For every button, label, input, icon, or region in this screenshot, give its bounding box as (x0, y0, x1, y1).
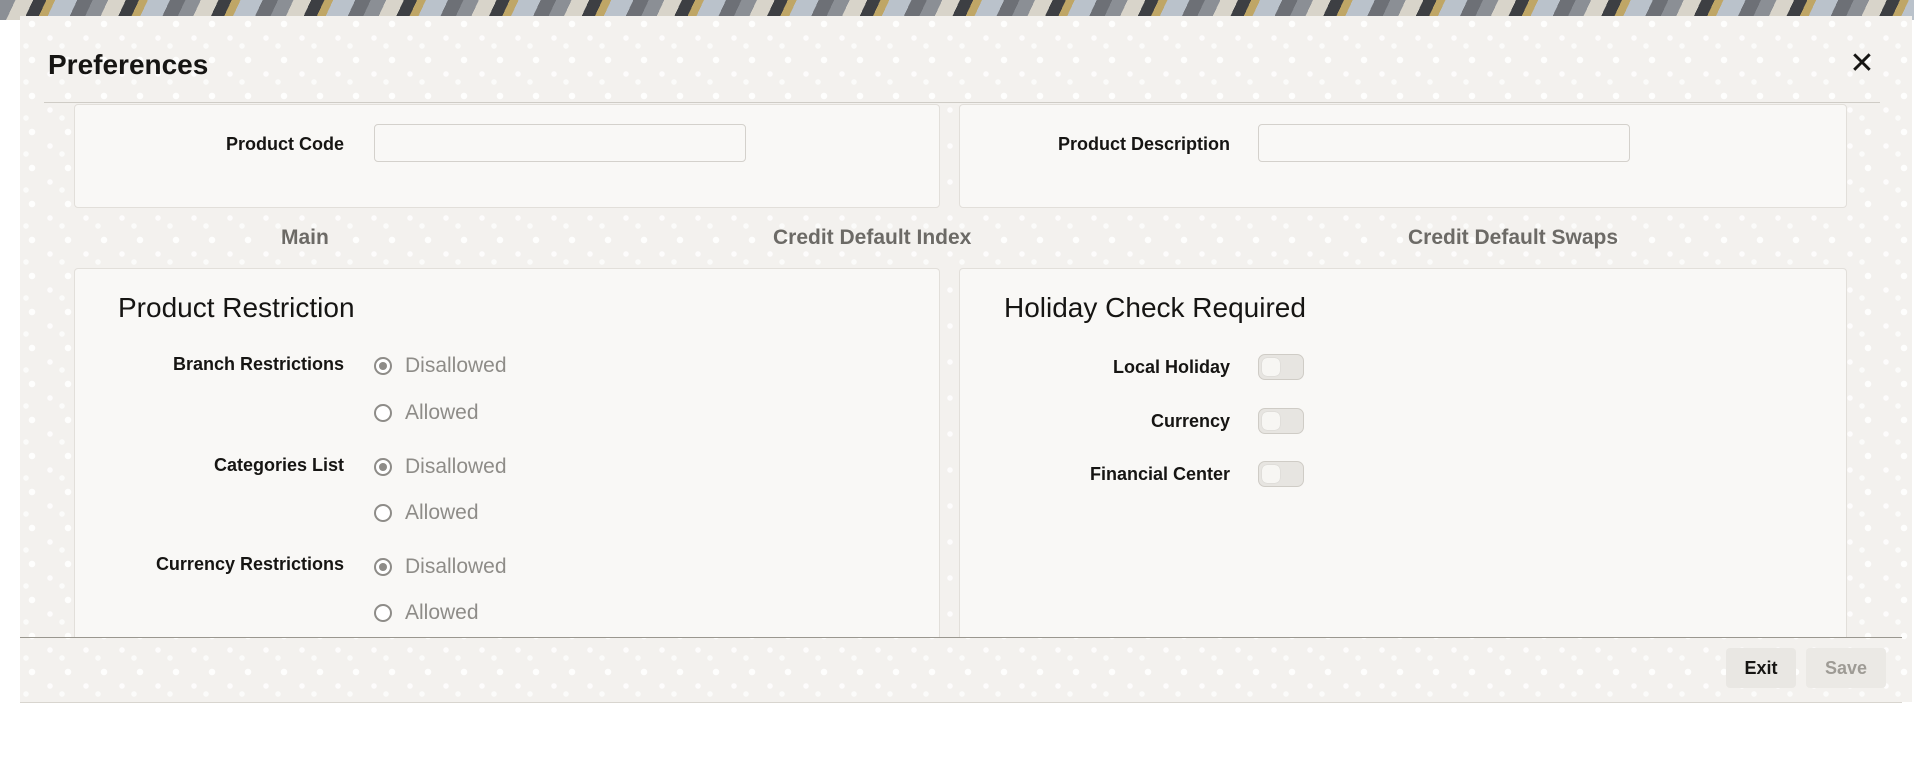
currency-restrictions-label: Currency Restrictions (155, 554, 344, 574)
categories-list-label: Categories List (213, 455, 344, 475)
currency-allowed-label: Allowed (405, 601, 479, 624)
title-divider (44, 102, 1880, 103)
holiday-check-title: Holiday Check Required (1004, 292, 1306, 323)
categories-disallowed-radio[interactable] (374, 458, 392, 476)
product-description-input[interactable] (1258, 124, 1630, 162)
product-restriction-title: Product Restriction (118, 292, 355, 323)
branch-restrictions-label: Branch Restrictions (172, 354, 344, 374)
currency-toggle[interactable] (1258, 408, 1304, 434)
local-holiday-toggle[interactable] (1258, 354, 1304, 380)
close-icon[interactable]: ✕ (1846, 48, 1878, 80)
financial-center-toggle[interactable] (1258, 461, 1304, 487)
categories-allowed-radio[interactable] (374, 504, 392, 522)
product-code-input[interactable] (374, 124, 746, 162)
tab-main[interactable]: Main (281, 226, 329, 250)
financial-center-label: Financial Center (1089, 464, 1230, 484)
branch-allowed-radio[interactable] (374, 404, 392, 422)
footer-bottom-divider (20, 702, 1902, 703)
dialog-title: Preferences (48, 49, 209, 80)
branch-disallowed-label: Disallowed (405, 354, 507, 377)
product-code-label: Product Code (225, 134, 344, 154)
currency-disallowed-label: Disallowed (405, 555, 507, 578)
categories-allowed-label: Allowed (405, 501, 479, 524)
categories-disallowed-label: Disallowed (405, 455, 507, 478)
product-description-label: Product Description (1057, 134, 1230, 154)
tab-credit-default-swaps[interactable]: Credit Default Swaps (1408, 226, 1618, 250)
branch-allowed-label: Allowed (405, 401, 479, 424)
currency-label: Currency (1150, 411, 1230, 431)
currency-disallowed-radio[interactable] (374, 558, 392, 576)
footer-divider (20, 637, 1902, 638)
currency-allowed-radio[interactable] (374, 604, 392, 622)
exit-button[interactable]: Exit (1726, 648, 1796, 688)
local-holiday-label: Local Holiday (1112, 357, 1230, 377)
save-button[interactable]: Save (1806, 648, 1886, 688)
tab-credit-default-index[interactable]: Credit Default Index (773, 226, 971, 250)
branch-disallowed-radio[interactable] (374, 357, 392, 375)
